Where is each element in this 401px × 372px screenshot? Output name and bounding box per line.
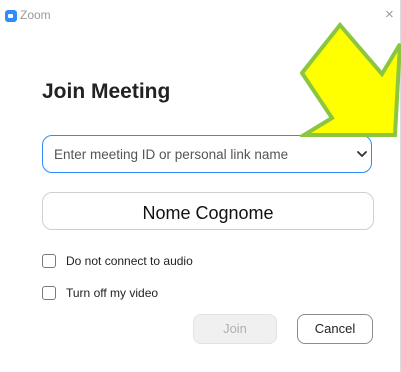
join-button[interactable]: Join <box>193 314 277 344</box>
video-off-checkbox[interactable] <box>42 286 56 300</box>
close-icon[interactable]: × <box>385 6 394 23</box>
name-value[interactable]: Nome Cognome <box>43 203 373 224</box>
video-off-label[interactable]: Turn off my video <box>66 286 158 300</box>
zoom-window: Zoom × Join Meeting Enter meeting ID or … <box>0 0 401 372</box>
no-audio-label[interactable]: Do not connect to audio <box>66 254 193 268</box>
name-field[interactable]: Nome Cognome <box>42 192 374 230</box>
page-title: Join Meeting <box>42 80 171 103</box>
cancel-button[interactable]: Cancel <box>297 314 373 344</box>
annotation-arrow <box>300 22 401 137</box>
chevron-down-icon[interactable] <box>356 148 368 160</box>
zoom-logo-icon <box>5 10 17 22</box>
meeting-id-placeholder[interactable]: Enter meeting ID or personal link name <box>54 147 288 162</box>
window-title: Zoom <box>20 8 51 22</box>
no-audio-checkbox[interactable] <box>42 254 56 268</box>
